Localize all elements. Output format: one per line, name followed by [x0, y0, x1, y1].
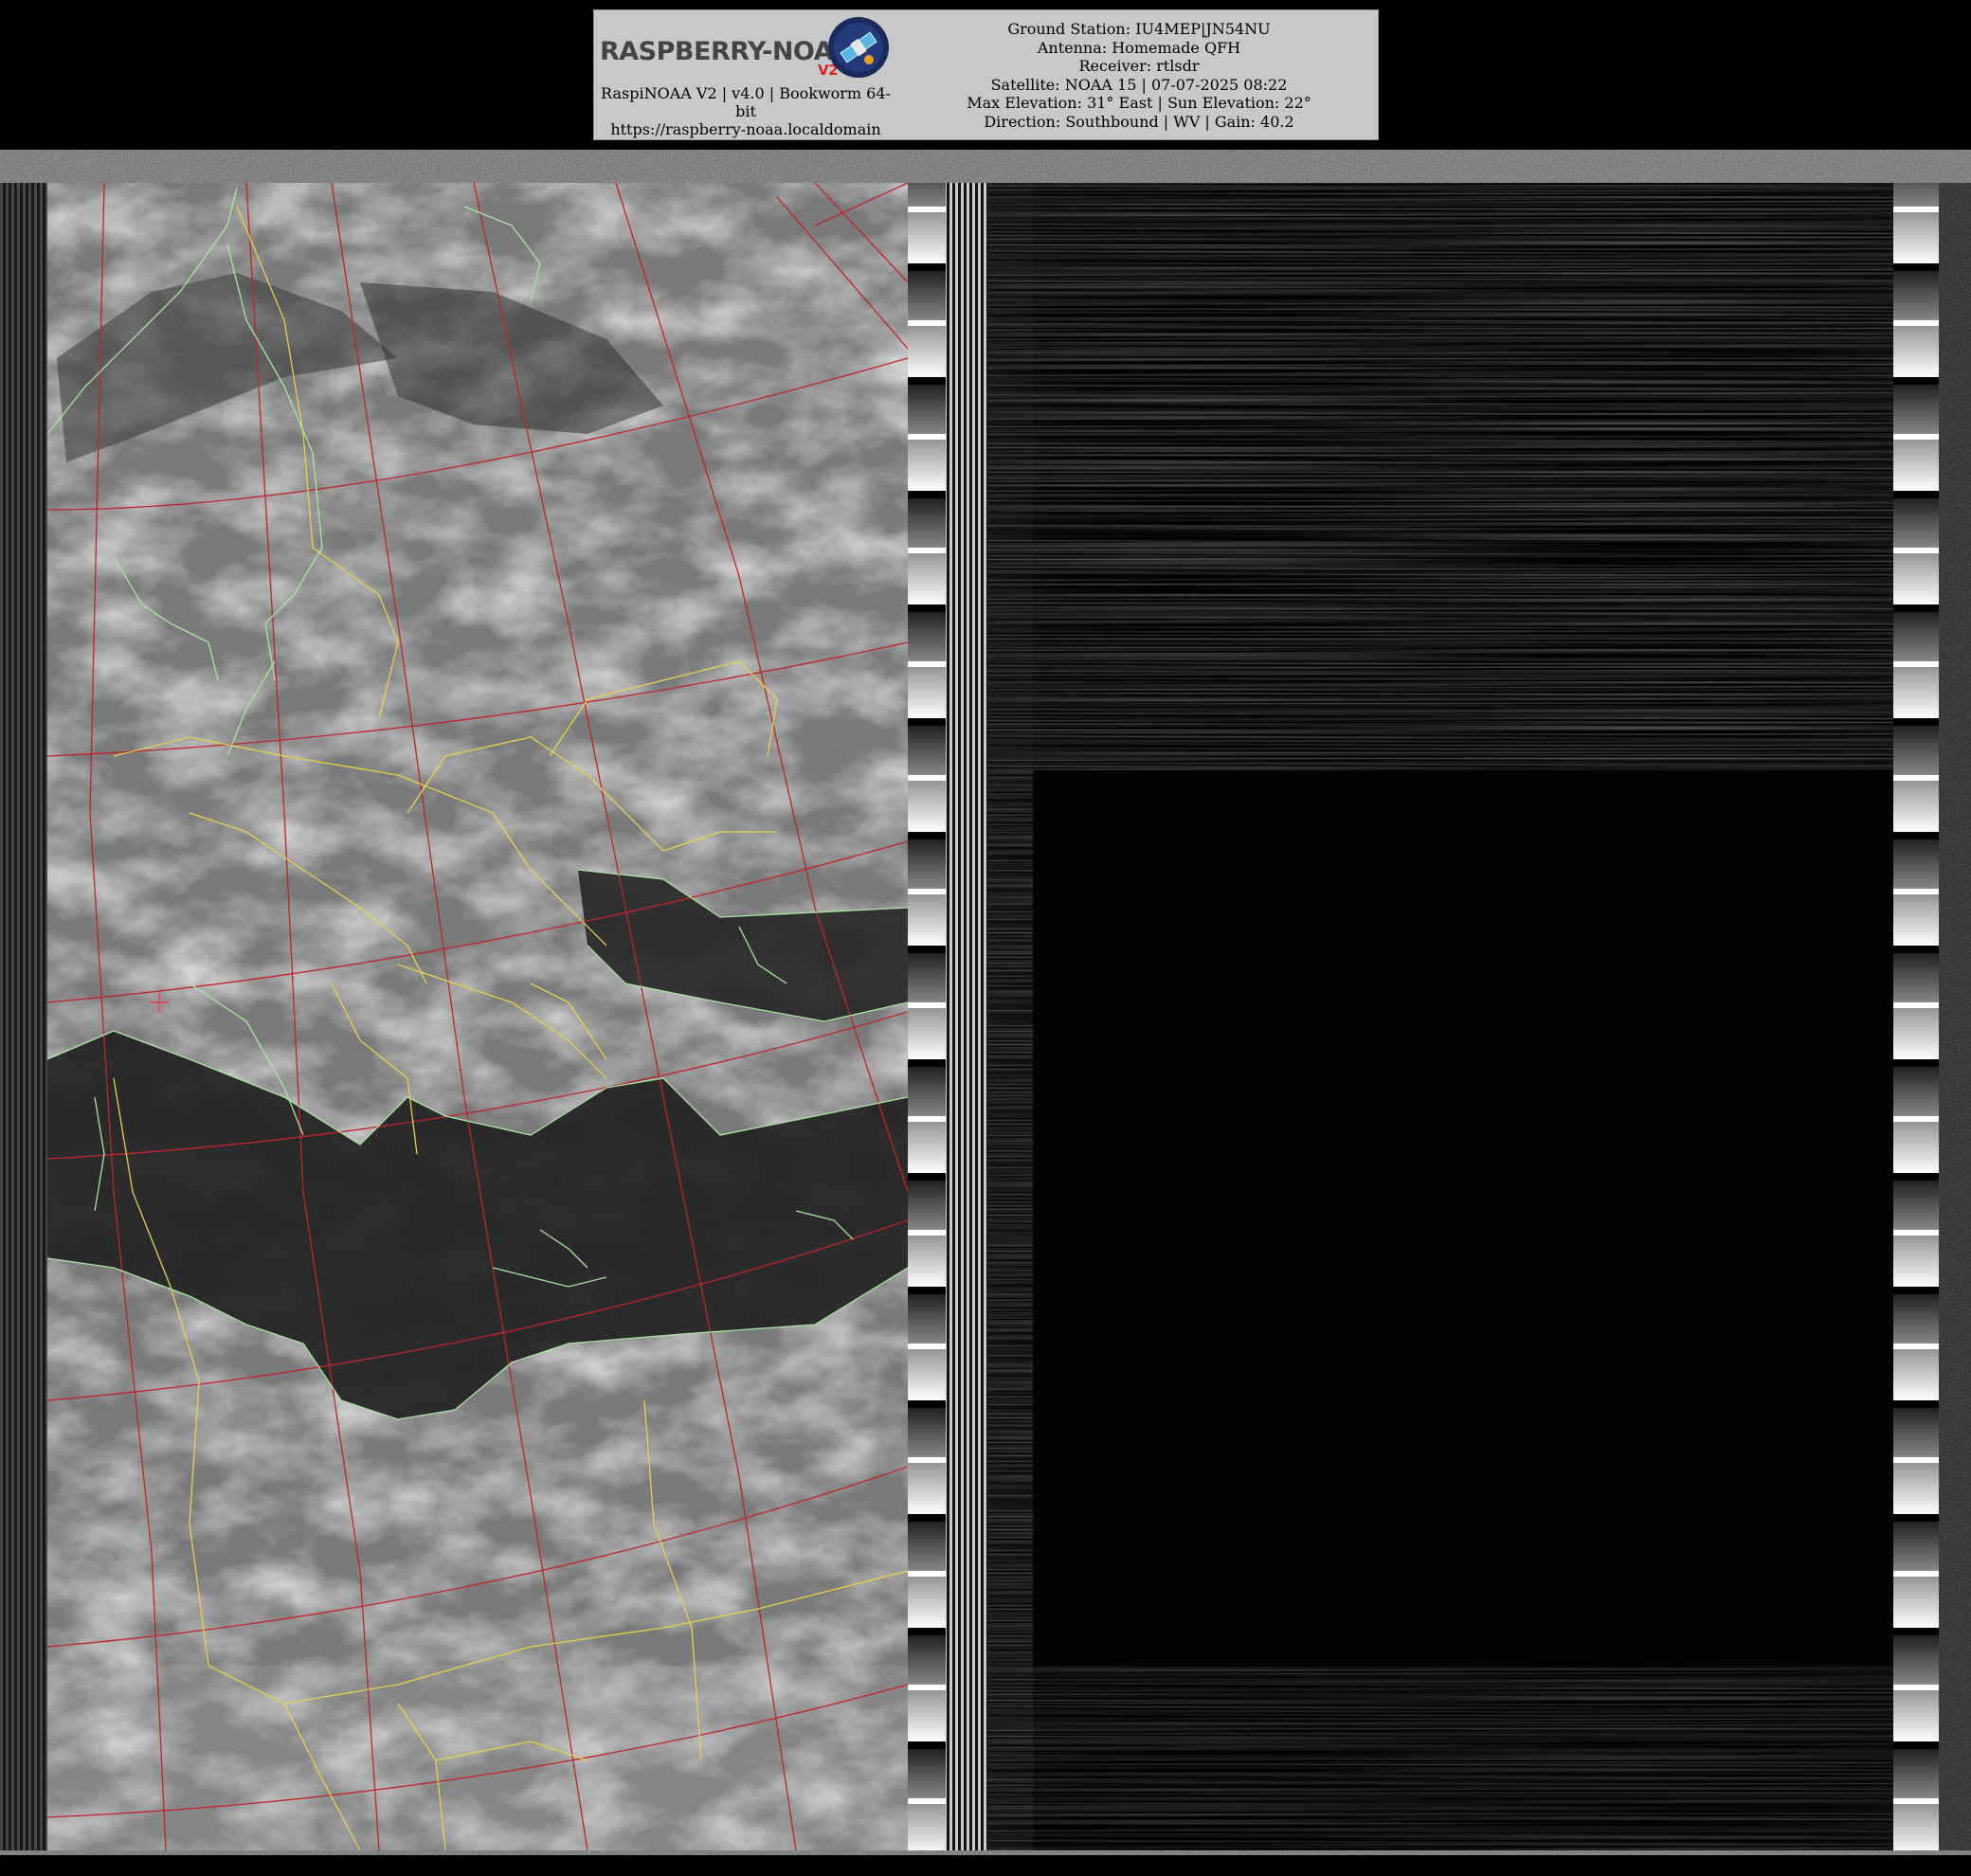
station-info: Ground Station: IU4MEP|JN54NU Antenna: H…	[907, 20, 1371, 131]
raspberry-noaa-logo: RASPBERRY-NOAA V2	[600, 37, 853, 79]
pass-info-header: RASPBERRY-NOAA V2 RaspiNOAA V2 | v4.0 | …	[593, 9, 1379, 140]
clouds-visible	[47, 183, 908, 1850]
receiver-line: Receiver: rtlsdr	[1078, 57, 1200, 75]
antenna-line: Antenna: Homemade QFH	[1037, 38, 1241, 57]
telemetry-wedge-right	[1893, 183, 1939, 1850]
satellite-line: Satellite: NOAA 15 | 07-07-2025 08:22	[990, 75, 1288, 94]
caption-line: https://raspberry-noaa.localdomain	[610, 120, 881, 138]
logo-wordmark: RASPBERRY-NOAA	[600, 37, 853, 66]
sync-pattern-left	[0, 183, 47, 1850]
telemetry-wedge-left	[908, 183, 946, 1850]
software-caption: RaspiNOAA V2 | v4.0 | Bookworm 64- bit h…	[594, 84, 897, 138]
satellite-image-area	[0, 150, 1971, 1855]
elevation-line: Max Elevation: 31° East | Sun Elevation:…	[967, 94, 1311, 112]
space-view-noise	[987, 183, 1033, 1850]
infrared-channel-panel	[1033, 183, 1893, 1850]
direction-line: Direction: Southbound | WV | Gain: 40.2	[984, 112, 1294, 131]
satellite-logo-icon	[828, 17, 889, 78]
ground-station-line: Ground Station: IU4MEP|JN54NU	[1007, 20, 1271, 38]
sync-band-middle	[946, 183, 987, 1850]
bottom-noise	[47, 1666, 908, 1850]
apt-image	[0, 150, 1971, 1855]
logo-block: RASPBERRY-NOAA V2 RaspiNOAA V2 | v4.0 | …	[594, 10, 897, 141]
caption-line: bit	[735, 102, 756, 120]
caption-line: RaspiNOAA V2 | v4.0 | Bookworm 64-	[601, 84, 891, 102]
sync-noise-right	[1939, 183, 1971, 1850]
visible-channel-panel	[47, 183, 908, 1850]
ir-streaks-bottom	[1033, 1666, 1893, 1850]
ir-streaks-top	[1033, 183, 1893, 770]
